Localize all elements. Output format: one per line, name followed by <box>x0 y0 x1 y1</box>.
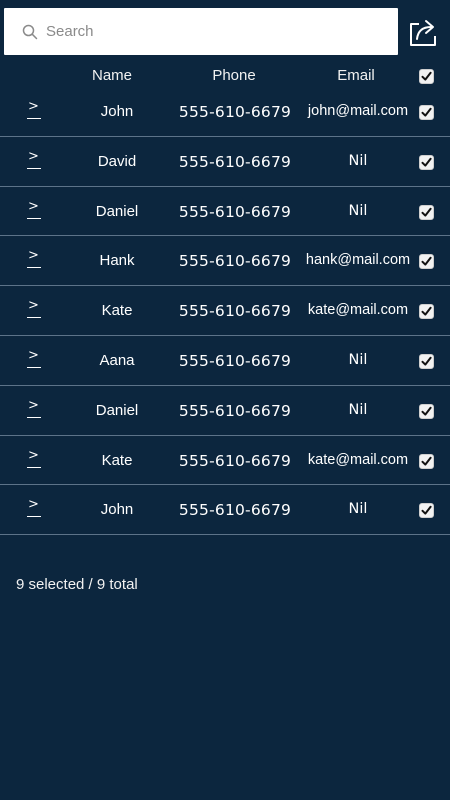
row-expand-button[interactable]: > <box>26 448 41 470</box>
checkmark-icon <box>421 406 432 416</box>
contact-list: > John 555-610-6679 john@mail.com > David 555-… <box>0 87 450 536</box>
contact-phone: 555-610-6679 <box>178 252 292 271</box>
chevron-right-icon: > <box>28 497 39 513</box>
chevron-right-icon: > <box>28 248 39 264</box>
row-expand-button[interactable]: > <box>26 248 41 270</box>
table-row[interactable]: > Kate 555-610-6679 kate@mail.com <box>0 436 450 486</box>
row-checkbox[interactable] <box>419 503 434 519</box>
row-expand-button[interactable]: > <box>26 199 41 221</box>
row-expand-button[interactable]: > <box>26 398 41 420</box>
contact-email: Nil <box>348 401 368 418</box>
chevron-right-icon: > <box>28 447 39 463</box>
chevron-underline <box>27 366 41 368</box>
contact-name: John <box>100 501 134 519</box>
contact-phone: 555-610-6679 <box>178 103 292 121</box>
contact-phone: 555-610-6679 <box>178 202 292 221</box>
contact-phone: 555-610-6679 <box>178 451 292 470</box>
row-expand-button[interactable]: > <box>26 99 41 121</box>
contact-email: Nil <box>348 202 368 219</box>
column-header-email[interactable]: Email <box>337 67 375 84</box>
contact-email: Nil <box>348 152 368 169</box>
search-input[interactable] <box>46 23 366 40</box>
select-all-checkbox[interactable] <box>419 69 434 84</box>
contact-phone: 555-610-6679 <box>178 351 292 370</box>
table-row[interactable]: > Kate 555-610-6679 kate@mail.com <box>0 286 450 336</box>
row-expand-button[interactable]: > <box>26 149 41 171</box>
column-header-phone[interactable]: Phone <box>212 67 255 84</box>
share-icon[interactable] <box>406 15 440 49</box>
contact-name: David <box>97 152 137 170</box>
table-row[interactable]: > David 555-610-6679 Nil <box>0 137 450 187</box>
contact-name: Kate <box>101 451 133 469</box>
table-row[interactable]: > Daniel 555-610-6679 Nil <box>0 187 450 237</box>
selection-summary: 9 selected / 9 total <box>16 576 138 593</box>
chevron-right-icon: > <box>28 347 39 363</box>
chevron-underline <box>27 317 41 319</box>
checkmark-icon <box>421 157 432 167</box>
chevron-underline <box>27 217 41 219</box>
chevron-right-icon: > <box>28 298 39 314</box>
contact-name: Daniel <box>95 401 139 419</box>
chevron-right-icon: > <box>28 397 39 413</box>
chevron-underline <box>27 516 41 518</box>
table-header: Name Phone Email <box>0 62 450 90</box>
row-checkbox[interactable] <box>419 254 434 270</box>
row-checkbox[interactable] <box>419 304 434 320</box>
table-row[interactable]: > Daniel 555-610-6679 Nil <box>0 386 450 436</box>
search-icon <box>22 24 38 39</box>
row-checkbox[interactable] <box>419 204 434 220</box>
contact-email: kate@mail.com <box>307 451 409 468</box>
checkmark-icon <box>421 356 432 366</box>
chevron-right-icon: > <box>28 148 39 164</box>
chevron-underline <box>27 416 41 418</box>
contact-name: Aana <box>99 351 135 369</box>
row-checkbox[interactable] <box>419 403 434 419</box>
contact-name: Daniel <box>95 202 139 220</box>
search-bar[interactable] <box>4 8 398 55</box>
top-bar <box>0 0 450 62</box>
table-row[interactable]: > John 555-610-6679 Nil <box>0 485 450 536</box>
checkmark-icon <box>421 506 432 515</box>
checkmark-icon <box>421 207 432 217</box>
chevron-underline <box>27 167 41 169</box>
row-expand-button[interactable]: > <box>26 298 41 320</box>
contact-email: Nil <box>348 501 368 518</box>
checkmark-icon <box>421 107 432 117</box>
chevron-underline <box>27 466 41 468</box>
row-expand-button[interactable]: > <box>26 348 41 370</box>
contact-phone: 555-610-6679 <box>178 401 292 420</box>
chevron-right-icon: > <box>28 99 39 114</box>
row-checkbox[interactable] <box>419 453 434 469</box>
contact-name: Hank <box>99 252 135 270</box>
row-checkbox[interactable] <box>419 353 434 369</box>
checkmark-icon <box>421 306 432 316</box>
checkmark-icon <box>421 257 432 266</box>
contact-phone: 555-610-6679 <box>178 152 292 171</box>
contact-phone: 555-610-6679 <box>178 501 292 520</box>
table-row[interactable]: > Aana 555-610-6679 Nil <box>0 336 450 386</box>
chevron-right-icon: > <box>28 198 39 214</box>
contact-email: hank@mail.com <box>305 252 411 269</box>
contact-email: kate@mail.com <box>307 302 409 319</box>
chevron-underline <box>27 267 41 269</box>
table-row[interactable]: > John 555-610-6679 john@mail.com <box>0 87 450 137</box>
row-checkbox[interactable] <box>419 154 434 170</box>
contact-name: Kate <box>101 302 133 320</box>
contact-email: Nil <box>348 351 368 368</box>
contact-name: John <box>100 103 134 120</box>
contact-email: john@mail.com <box>307 103 409 119</box>
checkmark-icon <box>421 71 432 81</box>
row-checkbox[interactable] <box>419 105 434 120</box>
contact-phone: 555-610-6679 <box>178 302 292 321</box>
chevron-underline <box>27 118 41 119</box>
column-header-name[interactable]: Name <box>92 67 132 84</box>
row-expand-button[interactable]: > <box>26 497 41 519</box>
table-row[interactable]: > Hank 555-610-6679 hank@mail.com <box>0 236 450 287</box>
checkmark-icon <box>421 456 432 466</box>
